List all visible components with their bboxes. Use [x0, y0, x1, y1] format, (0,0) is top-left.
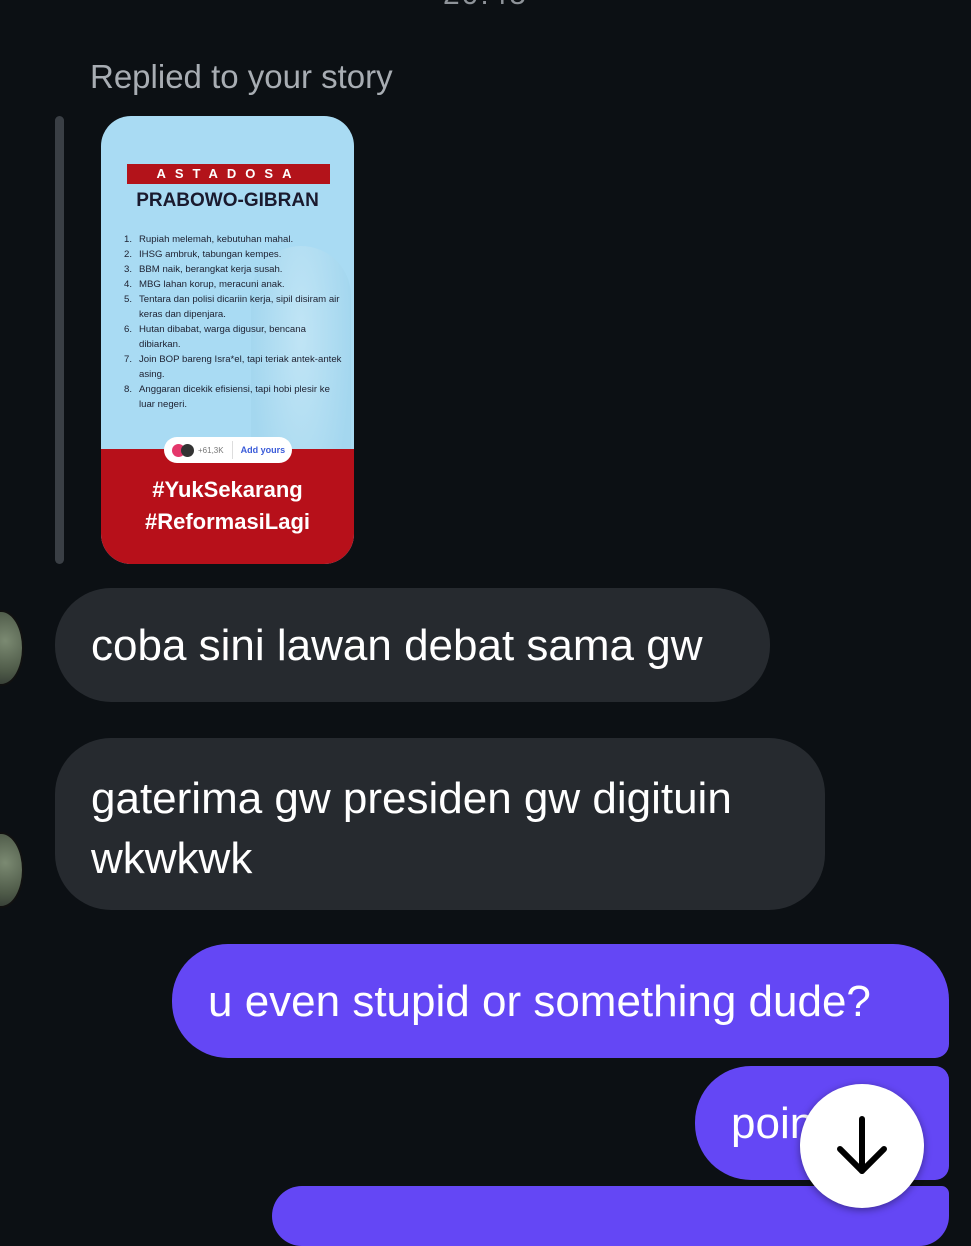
incoming-message[interactable]: coba sini lawan debat sama gw: [55, 588, 770, 702]
divider: [231, 441, 233, 459]
sender-avatar[interactable]: [0, 610, 24, 686]
replied-to-story-label: Replied to your story: [90, 58, 393, 95]
hashtag-yuksekarang: #YukSekarang: [152, 477, 303, 502]
story-list-item: 4. MBG lahan korup, meracuni anak.: [124, 279, 285, 290]
story-preview[interactable]: ASTADOSA PRABOWO-GIBRAN 1. Rupiah melemah…: [101, 116, 354, 564]
add-yours-count: +61,3K: [198, 445, 224, 455]
story-list-item: 8. Anggaran dicekik efisiensi, tapi hobi …: [124, 384, 330, 410]
story-list-item: 6. Hutan dibabat, warga digusur, bencana …: [124, 324, 306, 350]
incoming-message[interactable]: gaterima gw presiden gw digituin wkwkwk: [55, 738, 825, 910]
scroll-to-bottom-button[interactable]: [800, 1084, 924, 1208]
story-heading: PRABOWO-GIBRAN: [136, 190, 319, 211]
story-list: 1. Rupiah melemah, kebutuhan mahal. 2. IHS…: [124, 232, 348, 412]
story-list-item: 2. IHSG ambruk, tabungan kempes.: [124, 249, 282, 260]
sender-avatar[interactable]: [0, 832, 24, 908]
message-timestamp: 20:45: [0, 0, 971, 12]
reply-indicator-bar: [55, 116, 64, 564]
add-yours-sticker[interactable]: +61,3K Add yours: [164, 437, 292, 463]
story-list-item: 1. Rupiah melemah, kebutuhan mahal.: [124, 234, 294, 245]
story-list-item: 5. Tentara dan polisi dicariin kerja, sip…: [124, 294, 340, 320]
outgoing-message[interactable]: u even stupid or something dude?: [172, 944, 949, 1058]
story-banner: ASTADOSA: [127, 164, 330, 184]
add-yours-button[interactable]: Add yours: [241, 445, 286, 455]
arrow-down-icon: [837, 1116, 887, 1174]
story-list-item: 7. Join BOP bareng Isra*el, tapi teriak a…: [124, 354, 342, 380]
hashtag-reformasilagi: #ReformasiLagi: [144, 509, 311, 534]
participant-avatars: [172, 443, 194, 457]
story-hashtags: #YukSekarang #ReformasiLagi: [101, 474, 354, 538]
story-list-item: 3. BBM naik, berangkat kerja susah.: [124, 264, 283, 275]
